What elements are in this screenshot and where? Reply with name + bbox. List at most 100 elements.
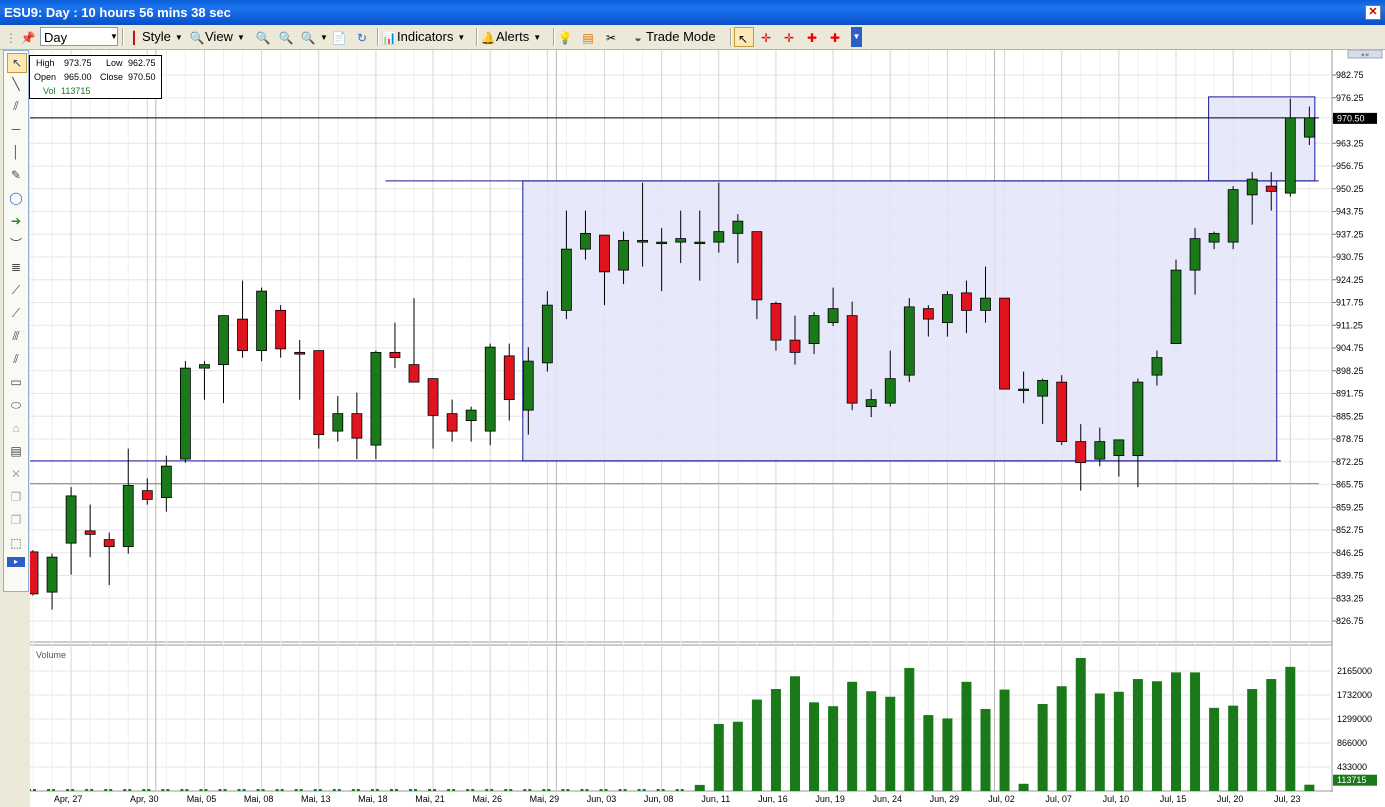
candle-body bbox=[599, 234, 610, 273]
volume-bar bbox=[999, 689, 1010, 791]
price-tick-label: 859.25 bbox=[1336, 502, 1364, 512]
candle-body bbox=[275, 309, 287, 350]
paste-tool-icon[interactable]: ❐ bbox=[7, 511, 25, 529]
fan-tool-icon[interactable]: ⟋ bbox=[7, 281, 25, 299]
candle-body bbox=[713, 231, 725, 243]
callout-tool-icon[interactable]: ◯ bbox=[7, 189, 25, 207]
date-label: Jul, 23 bbox=[1274, 794, 1301, 804]
date-label: Mai, 29 bbox=[530, 794, 560, 804]
volume-bar bbox=[866, 691, 877, 791]
candle-body bbox=[141, 490, 153, 500]
date-label: Mai, 08 bbox=[244, 794, 274, 804]
arc-tool-icon[interactable]: ︶ bbox=[7, 235, 25, 253]
zoom-in-icon[interactable]: 🔍 bbox=[255, 27, 271, 47]
date-label: Mai, 13 bbox=[301, 794, 331, 804]
toolbar: ⋮ 📌 Day ▼ ┃ Style ▼ 🔍View ▼ 🔍 🔍 🔍 ▼ 📄 ↻ 📊Ind… bbox=[0, 25, 1385, 50]
trendline-tool-icon[interactable]: ╲ bbox=[7, 75, 25, 93]
trade-mode-button[interactable]: ◒ Trade Mode bbox=[630, 27, 715, 47]
candle-body bbox=[999, 297, 1010, 390]
tools-overflow-icon[interactable]: ▸ bbox=[7, 557, 25, 567]
crosshair-dotted-icon[interactable]: ✛ bbox=[758, 27, 774, 47]
crosshair-dot-icon[interactable]: ✚ bbox=[804, 27, 820, 47]
candle-body bbox=[237, 318, 248, 352]
home-tool-icon[interactable]: ⌂ bbox=[7, 419, 25, 437]
open-label: Open bbox=[34, 72, 57, 82]
select-area-tool-icon[interactable]: ⬚ bbox=[7, 534, 25, 552]
candle-body bbox=[580, 232, 591, 250]
price-tick-label: 898.25 bbox=[1336, 366, 1364, 376]
alerts-menu[interactable]: 🔔Alerts ▼ bbox=[480, 27, 542, 47]
volume-bar bbox=[885, 696, 896, 791]
crosshair-arrow-icon[interactable]: ✚ bbox=[827, 27, 843, 47]
price-tick-label: 891.75 bbox=[1336, 389, 1364, 399]
arrow-tool-icon[interactable]: ➔ bbox=[7, 212, 25, 230]
candle-body bbox=[389, 351, 401, 359]
high-label: High bbox=[36, 58, 55, 68]
close-button[interactable]: ✕ bbox=[1365, 5, 1381, 20]
volume-bar bbox=[923, 715, 934, 791]
properties-icon[interactable]: 📄 bbox=[331, 27, 347, 47]
parallel-lines-tool-icon[interactable]: ⫽ bbox=[7, 350, 25, 368]
pitchfork-tool-icon[interactable]: ⟋ bbox=[7, 304, 25, 322]
pin-icon[interactable]: 📌 bbox=[20, 27, 36, 47]
text-tool-icon[interactable]: ▤ bbox=[7, 442, 25, 460]
drawing-tools-panel: ↖ ╲ ⫽ ─ │ ✎ ◯ ➔ ︶ ≣ ⟋ ⟋ ⫻ ⫽ ▭ ⬭ ⌂ ▤ ✕ ❐ … bbox=[3, 50, 29, 592]
candle-body bbox=[1094, 441, 1106, 460]
crosshair-icon[interactable]: ✛ bbox=[781, 27, 797, 47]
style-menu[interactable]: ┃ Style ▼ bbox=[126, 27, 182, 47]
chevron-down-icon[interactable]: ▼ bbox=[109, 28, 119, 45]
candle-body bbox=[522, 360, 534, 411]
zoom-menu-icon[interactable]: 🔍 ▼ bbox=[300, 27, 328, 47]
volume-tick-label: 1732000 bbox=[1337, 690, 1372, 700]
volume-bar bbox=[1209, 707, 1220, 791]
price-chart[interactable]: 982.75 976.25 970.50 963.25 956.75 950.25 943.… bbox=[30, 50, 1385, 807]
open-value: 965.00 bbox=[64, 72, 92, 82]
gann-fan-tool-icon[interactable]: ⫻ bbox=[7, 327, 25, 345]
period-select[interactable]: Day bbox=[40, 27, 118, 46]
volume-bar bbox=[942, 718, 953, 791]
hline-tool-icon[interactable]: ─ bbox=[7, 120, 25, 138]
delete-tool-icon[interactable]: ✕ bbox=[7, 465, 25, 483]
pointer-tool-icon[interactable]: ↖ bbox=[734, 27, 754, 47]
price-tick-label: 943.75 bbox=[1336, 207, 1364, 217]
volume-bar bbox=[961, 681, 972, 791]
price-tick-label: 982.75 bbox=[1336, 70, 1364, 80]
ellipse-tool-icon[interactable]: ⬭ bbox=[7, 396, 25, 414]
indicators-menu-label: Indicators bbox=[397, 29, 454, 44]
date-label: Jul, 15 bbox=[1160, 794, 1187, 804]
select-tool-icon[interactable]: ↖ bbox=[7, 53, 27, 73]
lightbulb-icon[interactable]: 💡 bbox=[557, 27, 573, 47]
volume-bar bbox=[751, 699, 762, 791]
candle-body bbox=[160, 465, 172, 499]
candle-body bbox=[503, 355, 515, 401]
scissors-icon[interactable]: ✂ bbox=[603, 27, 619, 47]
last-volume-label: 113715 bbox=[1337, 775, 1366, 785]
volume-panel-label: Volume bbox=[36, 650, 67, 660]
copy-tool-icon[interactable]: ❐ bbox=[7, 488, 25, 506]
price-tick-label: 911.25 bbox=[1336, 320, 1363, 330]
note-tool-icon[interactable]: ✎ bbox=[7, 166, 25, 184]
date-label: Jun, 29 bbox=[930, 794, 960, 804]
channel-tool-icon[interactable]: ⫽ bbox=[7, 97, 25, 115]
fibonacci-tool-icon[interactable]: ≣ bbox=[7, 258, 25, 276]
vol-label: Vol bbox=[43, 86, 56, 96]
low-label: Low bbox=[106, 58, 123, 68]
toolbar-overflow-icon[interactable]: ▼ bbox=[851, 27, 862, 47]
vline-tool-icon[interactable]: │ bbox=[7, 143, 25, 161]
candle-body bbox=[637, 239, 648, 243]
zoom-out-icon[interactable]: 🔍 bbox=[278, 27, 294, 47]
refresh-icon[interactable]: ↻ bbox=[354, 27, 370, 47]
rectangle-tool-icon[interactable]: ▭ bbox=[7, 373, 25, 391]
date-label: Jul, 20 bbox=[1217, 794, 1244, 804]
view-menu[interactable]: 🔍View ▼ bbox=[189, 27, 245, 47]
color-bars-icon[interactable]: ▤ bbox=[580, 27, 596, 47]
last-price-label: 970.50 bbox=[1337, 113, 1365, 123]
date-label: Mai, 21 bbox=[415, 794, 445, 804]
price-tick-label: 904.75 bbox=[1336, 343, 1364, 353]
volume-bar bbox=[847, 681, 858, 791]
candle-body bbox=[922, 308, 934, 320]
candle-body bbox=[1189, 238, 1201, 271]
price-tick-label: 885.25 bbox=[1336, 411, 1364, 421]
indicators-menu[interactable]: 📊Indicators ▼ bbox=[381, 27, 466, 47]
volume-bar bbox=[1132, 679, 1143, 791]
